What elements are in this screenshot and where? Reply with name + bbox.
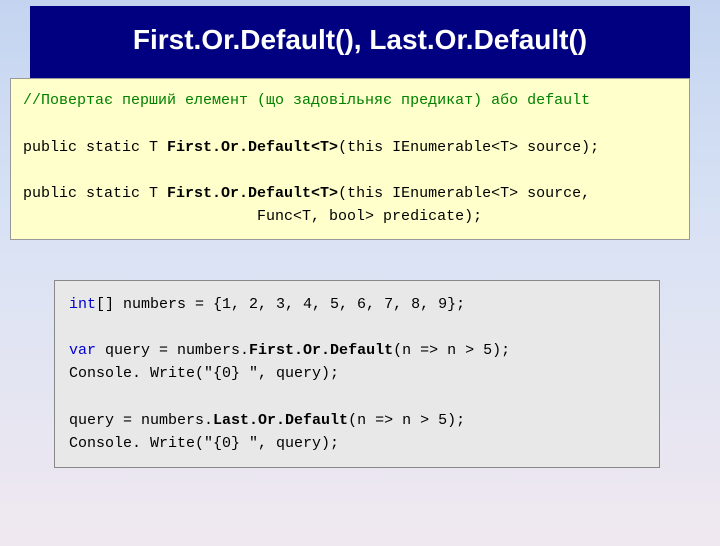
blank-line — [23, 159, 677, 182]
signature-1: public static T First.Or.Default<T>(this… — [23, 136, 677, 159]
signature-2b: Func<T, bool> predicate); — [23, 205, 677, 228]
example-box: int[] numbers = {1, 2, 3, 4, 5, 6, 7, 8,… — [54, 280, 660, 469]
slide-title: First.Or.Default(), Last.Or.Default() — [50, 24, 670, 56]
code-line-5: Console. Write("{0} ", query); — [69, 432, 645, 455]
signature-box: //Повертає перший елемент (що задовільня… — [10, 78, 690, 240]
code-line-4: query = numbers.Last.Or.Default(n => n >… — [69, 409, 645, 432]
code-line-1: int[] numbers = {1, 2, 3, 4, 5, 6, 7, 8,… — [69, 293, 645, 316]
blank-line — [23, 112, 677, 135]
slide-header: First.Or.Default(), Last.Or.Default() — [30, 6, 690, 78]
code-line-2: var query = numbers.First.Or.Default(n =… — [69, 339, 645, 362]
blank-line — [69, 316, 645, 339]
code-line-3: Console. Write("{0} ", query); — [69, 362, 645, 385]
blank-line — [69, 386, 645, 409]
signature-2a: public static T First.Or.Default<T>(this… — [23, 182, 677, 205]
comment-line: //Повертає перший елемент (що задовільня… — [23, 89, 677, 112]
